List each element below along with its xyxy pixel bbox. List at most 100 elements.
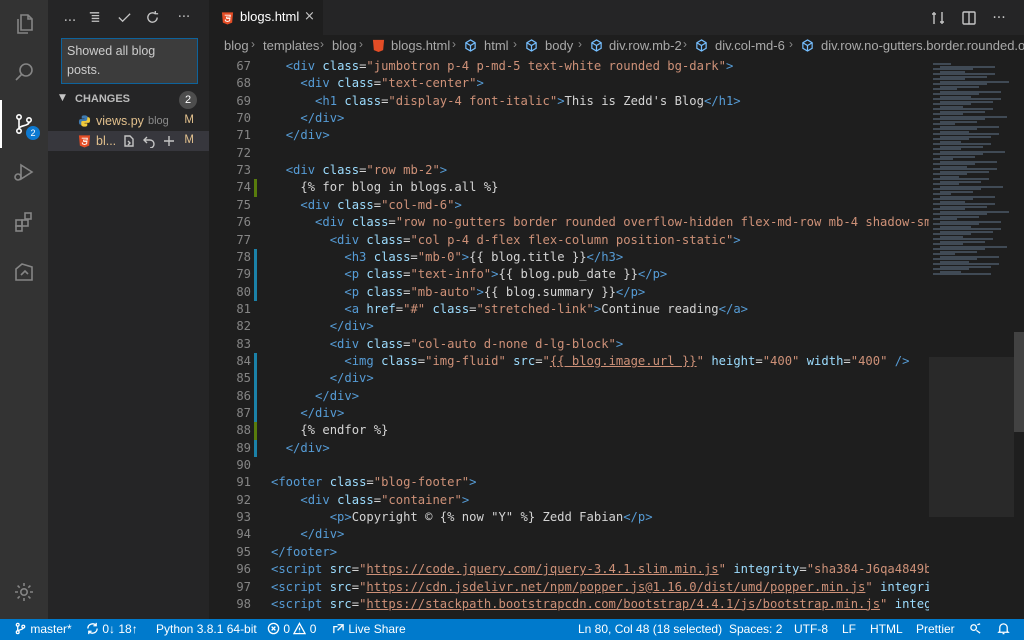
code-line[interactable]: 83 <div class="col-auto d-none d-lg-bloc… [209, 336, 929, 353]
code-line[interactable]: 94 </div> [209, 526, 929, 543]
close-icon[interactable]: × [304, 9, 315, 24]
view-as-tree-icon[interactable] [84, 8, 104, 26]
extensions-icon[interactable] [0, 198, 48, 246]
stage-changes-icon[interactable] [162, 134, 176, 148]
search-icon[interactable] [0, 48, 48, 96]
changed-file-blogs-html[interactable]: bl... M [48, 131, 209, 151]
breadcrumb-item[interactable]: blogs.html [391, 38, 450, 53]
formatter[interactable]: Prettier [916, 622, 955, 636]
gutter-modified-marker[interactable] [254, 405, 257, 423]
gutter-modified-marker[interactable] [254, 248, 257, 267]
gutter-added-marker[interactable] [254, 422, 257, 440]
gutter-modified-marker[interactable] [254, 266, 257, 284]
code-line[interactable]: 81 <a href="#" class="stretched-link">Co… [209, 301, 929, 318]
code-line[interactable]: 75 <div class="col-md-6"> [209, 197, 929, 214]
gutter-modified-marker[interactable] [254, 387, 257, 405]
code-line[interactable]: 74 {% for blog in blogs.all %} [209, 179, 929, 197]
code-line[interactable]: 93 <p>Copyright © {% now "Y" %} Zedd Fab… [209, 509, 929, 526]
code-line[interactable]: 89 </div> [209, 439, 929, 458]
open-changes-icon[interactable] [928, 8, 948, 28]
code-line[interactable]: 90 [209, 457, 929, 474]
explorer-icon[interactable] [0, 0, 48, 48]
feedback-icon[interactable] [969, 622, 982, 636]
tab-blogs-html[interactable]: blogs.html × [209, 0, 323, 35]
code-line[interactable]: 86 </div> [209, 387, 929, 405]
changes-section-header[interactable]: ▼ CHANGES 2 [48, 90, 209, 110]
end-of-line[interactable]: LF [842, 622, 856, 636]
code-line[interactable]: 69 <h1 class="display-4 font-italic">Thi… [209, 93, 929, 110]
problems-indicator[interactable]: 0 0 [267, 622, 316, 636]
code-line[interactable]: 68 <div class="text-center"> [209, 75, 929, 92]
chevron-right-icon: › [359, 37, 363, 51]
breadcrumb-item[interactable]: div.row.no-gutters.border.rounded.ove [821, 38, 1024, 53]
minimap-slider[interactable] [929, 357, 1014, 517]
breadcrumb-item[interactable]: div.col-md-6 [715, 38, 785, 53]
code-line[interactable]: 91 <footer class="blog-footer"> [209, 474, 929, 491]
remote-explorer-icon[interactable] [0, 248, 48, 296]
code-line[interactable]: 80 <p class="mb-auto">{{ blog.summary }}… [209, 283, 929, 301]
code-editor[interactable]: 67 <div class="jumbotron p-4 p-md-5 text… [209, 57, 929, 619]
code-line[interactable]: 70 </div> [209, 110, 929, 127]
changed-file-views-py[interactable]: views.py blog M [48, 111, 209, 131]
more-label[interactable]: ... [60, 8, 80, 26]
settings-gear-icon[interactable] [0, 568, 48, 616]
minimap[interactable] [929, 57, 1024, 619]
commit-check-icon[interactable] [114, 8, 134, 26]
code-line[interactable]: 98 <script src="https://stackpath.bootstr… [209, 596, 929, 613]
line-number: 73 [236, 163, 251, 178]
more-actions-icon[interactable]: ··· [989, 8, 1009, 28]
refresh-icon[interactable] [142, 8, 162, 26]
gutter-modified-marker[interactable] [254, 439, 257, 458]
gutter-added-marker[interactable] [254, 179, 257, 197]
overflow-menu[interactable]: ··· [174, 8, 194, 26]
breadcrumb-item[interactable]: templates [263, 38, 319, 53]
vertical-scrollbar[interactable] [1014, 57, 1024, 619]
changes-title: CHANGES [75, 93, 131, 105]
branch-name: master* [30, 622, 72, 636]
code-line[interactable]: 78 <h3 class="mb-0">{{ blog.title }}</h3… [209, 248, 929, 267]
gutter-modified-marker[interactable] [254, 370, 257, 388]
code-line[interactable]: 71 </div> [209, 127, 929, 144]
commit-message-input[interactable]: Showed all blog posts. [61, 38, 198, 84]
notifications-bell-icon[interactable] [997, 622, 1010, 636]
run-debug-icon[interactable] [0, 148, 48, 196]
breadcrumb-item[interactable]: blog [224, 38, 249, 53]
code-line[interactable]: 79 <p class="text-info">{{ blog.pub_date… [209, 266, 929, 284]
code-line[interactable]: 76 <div class="row no-gutters border rou… [209, 214, 929, 231]
code-line[interactable]: 92 <div class="container"> [209, 492, 929, 509]
breadcrumb-item[interactable]: blog [332, 38, 357, 53]
split-editor-icon[interactable] [959, 8, 979, 28]
source-control-icon[interactable]: 2 [0, 100, 48, 148]
scrollbar-thumb[interactable] [1014, 332, 1024, 432]
code-line[interactable]: 87 </div> [209, 405, 929, 423]
encoding[interactable]: UTF-8 [794, 622, 828, 636]
code-line[interactable]: 77 <div class="col p-4 d-flex flex-colum… [209, 232, 929, 249]
breadcrumb-item[interactable]: html [484, 38, 509, 53]
code-line[interactable]: 84 <img class="img-fluid" src="{{ blog.i… [209, 352, 929, 371]
code-line[interactable]: 96 <script src="https://code.jquery.com/j… [209, 561, 929, 578]
indentation[interactable]: Spaces: 2 [729, 622, 782, 636]
code-line[interactable]: 73 <div class="row mb-2"> [209, 162, 929, 179]
sync-indicator[interactable]: 0↓ 18↑ [86, 622, 138, 636]
code-line[interactable]: 67 <div class="jumbotron p-4 p-md-5 text… [209, 58, 929, 75]
code-line[interactable]: 85 </div> [209, 370, 929, 388]
code-line[interactable]: 82 </div> [209, 318, 929, 335]
error-icon [267, 622, 280, 635]
branch-indicator[interactable]: master* [14, 622, 72, 636]
language-mode[interactable]: HTML [870, 622, 903, 636]
code-line[interactable]: 72 [209, 145, 929, 162]
breadcrumb-item[interactable]: div.row.mb-2 [609, 38, 682, 53]
open-file-icon[interactable] [122, 134, 136, 148]
discard-changes-icon[interactable] [142, 134, 156, 148]
code-line[interactable]: 97 <script src="https://cdn.jsdelivr.net/… [209, 579, 929, 596]
gutter-modified-marker[interactable] [254, 283, 257, 301]
breadcrumb-item[interactable]: body [545, 38, 573, 53]
code-line[interactable]: 95 </footer> [209, 544, 929, 561]
sync-counts: 0↓ 18↑ [102, 622, 138, 636]
line-number: 81 [236, 301, 251, 316]
python-interpreter[interactable]: Python 3.8.1 64-bit [156, 622, 257, 636]
gutter-modified-marker[interactable] [254, 352, 257, 371]
cursor-position[interactable]: Ln 80, Col 48 (18 selected) [578, 622, 722, 636]
code-line[interactable]: 88 {% endfor %} [209, 422, 929, 440]
live-share-button[interactable]: Live Share [332, 622, 406, 636]
